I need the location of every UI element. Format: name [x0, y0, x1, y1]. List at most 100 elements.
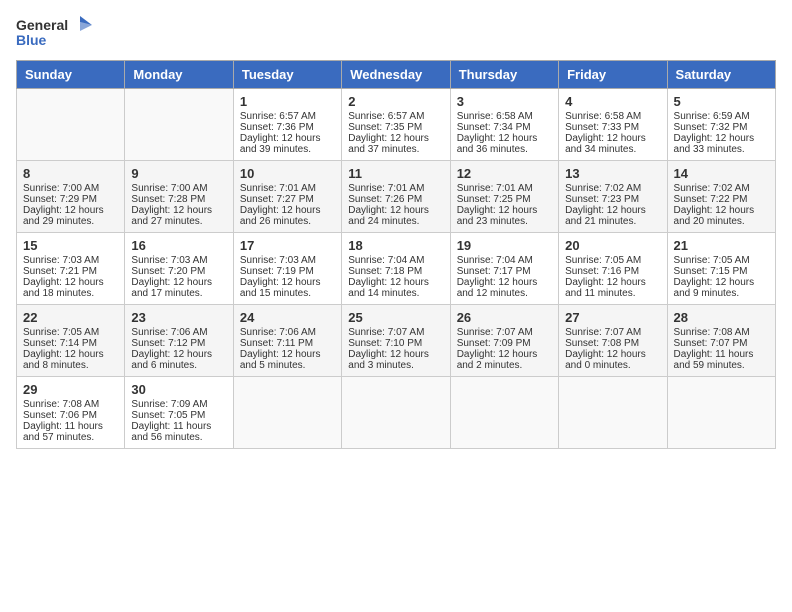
- sunset: Sunset: 7:10 PM: [348, 338, 422, 349]
- calendar-cell: 22 Sunrise: 7:05 AM Sunset: 7:14 PM Dayl…: [17, 305, 125, 377]
- calendar-cell: [342, 377, 450, 449]
- calendar-cell: [559, 377, 667, 449]
- daylight: Daylight: 12 hours and 27 minutes.: [131, 205, 212, 227]
- sunrise: Sunrise: 6:58 AM: [565, 111, 641, 122]
- sunrise: Sunrise: 7:01 AM: [240, 183, 316, 194]
- sunrise: Sunrise: 7:03 AM: [23, 255, 99, 266]
- sunrise: Sunrise: 6:58 AM: [457, 111, 533, 122]
- sunrise: Sunrise: 7:02 AM: [565, 183, 641, 194]
- sunrise: Sunrise: 7:07 AM: [348, 327, 424, 338]
- daylight: Daylight: 12 hours and 14 minutes.: [348, 277, 429, 299]
- day-number: 28: [674, 310, 769, 325]
- page-header: General Blue: [16, 16, 776, 48]
- daylight: Daylight: 12 hours and 24 minutes.: [348, 205, 429, 227]
- day-number: 30: [131, 382, 226, 397]
- day-number: 24: [240, 310, 335, 325]
- calendar-cell: 13 Sunrise: 7:02 AM Sunset: 7:23 PM Dayl…: [559, 161, 667, 233]
- daylight: Daylight: 12 hours and 18 minutes.: [23, 277, 104, 299]
- day-number: 13: [565, 166, 660, 181]
- sunset: Sunset: 7:33 PM: [565, 122, 639, 133]
- logo: General Blue: [16, 16, 92, 48]
- day-number: 26: [457, 310, 552, 325]
- daylight: Daylight: 12 hours and 17 minutes.: [131, 277, 212, 299]
- daylight: Daylight: 12 hours and 37 minutes.: [348, 133, 429, 155]
- day-number: 21: [674, 238, 769, 253]
- daylight: Daylight: 12 hours and 8 minutes.: [23, 349, 104, 371]
- sunset: Sunset: 7:22 PM: [674, 194, 748, 205]
- sunset: Sunset: 7:06 PM: [23, 410, 97, 421]
- calendar-cell: [233, 377, 341, 449]
- daylight: Daylight: 12 hours and 3 minutes.: [348, 349, 429, 371]
- day-number: 14: [674, 166, 769, 181]
- sunrise: Sunrise: 7:02 AM: [674, 183, 750, 194]
- calendar-cell: 23 Sunrise: 7:06 AM Sunset: 7:12 PM Dayl…: [125, 305, 233, 377]
- day-number: 1: [240, 94, 335, 109]
- day-number: 3: [457, 94, 552, 109]
- sunrise: Sunrise: 7:09 AM: [131, 399, 207, 410]
- sunrise: Sunrise: 7:05 AM: [674, 255, 750, 266]
- day-header-monday: Monday: [125, 61, 233, 89]
- day-header-sunday: Sunday: [17, 61, 125, 89]
- day-number: 18: [348, 238, 443, 253]
- calendar-cell: 20 Sunrise: 7:05 AM Sunset: 7:16 PM Dayl…: [559, 233, 667, 305]
- sunset: Sunset: 7:15 PM: [674, 266, 748, 277]
- calendar-cell: 16 Sunrise: 7:03 AM Sunset: 7:20 PM Dayl…: [125, 233, 233, 305]
- calendar-cell: 24 Sunrise: 7:06 AM Sunset: 7:11 PM Dayl…: [233, 305, 341, 377]
- sunset: Sunset: 7:29 PM: [23, 194, 97, 205]
- daylight: Daylight: 12 hours and 39 minutes.: [240, 133, 321, 155]
- sunrise: Sunrise: 7:05 AM: [565, 255, 641, 266]
- calendar-cell: [450, 377, 558, 449]
- sunset: Sunset: 7:17 PM: [457, 266, 531, 277]
- daylight: Daylight: 12 hours and 2 minutes.: [457, 349, 538, 371]
- calendar-cell: 26 Sunrise: 7:07 AM Sunset: 7:09 PM Dayl…: [450, 305, 558, 377]
- calendar-cell: 2 Sunrise: 6:57 AM Sunset: 7:35 PM Dayli…: [342, 89, 450, 161]
- daylight: Daylight: 12 hours and 15 minutes.: [240, 277, 321, 299]
- sunset: Sunset: 7:28 PM: [131, 194, 205, 205]
- sunset: Sunset: 7:27 PM: [240, 194, 314, 205]
- day-number: 25: [348, 310, 443, 325]
- daylight: Daylight: 12 hours and 34 minutes.: [565, 133, 646, 155]
- sunset: Sunset: 7:20 PM: [131, 266, 205, 277]
- day-header-tuesday: Tuesday: [233, 61, 341, 89]
- sunrise: Sunrise: 7:05 AM: [23, 327, 99, 338]
- day-number: 22: [23, 310, 118, 325]
- day-header-wednesday: Wednesday: [342, 61, 450, 89]
- daylight: Daylight: 11 hours and 56 minutes.: [131, 421, 211, 443]
- sunrise: Sunrise: 7:06 AM: [240, 327, 316, 338]
- calendar-cell: [17, 89, 125, 161]
- sunset: Sunset: 7:34 PM: [457, 122, 531, 133]
- calendar-cell: [667, 377, 775, 449]
- calendar-cell: 14 Sunrise: 7:02 AM Sunset: 7:22 PM Dayl…: [667, 161, 775, 233]
- calendar-cell: 12 Sunrise: 7:01 AM Sunset: 7:25 PM Dayl…: [450, 161, 558, 233]
- day-number: 11: [348, 166, 443, 181]
- daylight: Daylight: 12 hours and 6 minutes.: [131, 349, 212, 371]
- sunrise: Sunrise: 6:59 AM: [674, 111, 750, 122]
- sunset: Sunset: 7:14 PM: [23, 338, 97, 349]
- sunrise: Sunrise: 7:08 AM: [23, 399, 99, 410]
- sunrise: Sunrise: 7:01 AM: [348, 183, 424, 194]
- daylight: Daylight: 12 hours and 23 minutes.: [457, 205, 538, 227]
- sunrise: Sunrise: 7:04 AM: [457, 255, 533, 266]
- day-number: 29: [23, 382, 118, 397]
- day-number: 15: [23, 238, 118, 253]
- sunset: Sunset: 7:32 PM: [674, 122, 748, 133]
- day-header-saturday: Saturday: [667, 61, 775, 89]
- calendar-cell: 17 Sunrise: 7:03 AM Sunset: 7:19 PM Dayl…: [233, 233, 341, 305]
- sunset: Sunset: 7:36 PM: [240, 122, 314, 133]
- daylight: Daylight: 12 hours and 26 minutes.: [240, 205, 321, 227]
- sunrise: Sunrise: 7:00 AM: [23, 183, 99, 194]
- sunset: Sunset: 7:11 PM: [240, 338, 313, 349]
- day-number: 10: [240, 166, 335, 181]
- calendar-cell: 28 Sunrise: 7:08 AM Sunset: 7:07 PM Dayl…: [667, 305, 775, 377]
- sunset: Sunset: 7:35 PM: [348, 122, 422, 133]
- day-number: 9: [131, 166, 226, 181]
- calendar-cell: 5 Sunrise: 6:59 AM Sunset: 7:32 PM Dayli…: [667, 89, 775, 161]
- daylight: Daylight: 12 hours and 0 minutes.: [565, 349, 646, 371]
- calendar-cell: 15 Sunrise: 7:03 AM Sunset: 7:21 PM Dayl…: [17, 233, 125, 305]
- calendar-cell: 21 Sunrise: 7:05 AM Sunset: 7:15 PM Dayl…: [667, 233, 775, 305]
- calendar-cell: 9 Sunrise: 7:00 AM Sunset: 7:28 PM Dayli…: [125, 161, 233, 233]
- calendar-cell: 3 Sunrise: 6:58 AM Sunset: 7:34 PM Dayli…: [450, 89, 558, 161]
- day-number: 20: [565, 238, 660, 253]
- sunrise: Sunrise: 7:06 AM: [131, 327, 207, 338]
- day-number: 27: [565, 310, 660, 325]
